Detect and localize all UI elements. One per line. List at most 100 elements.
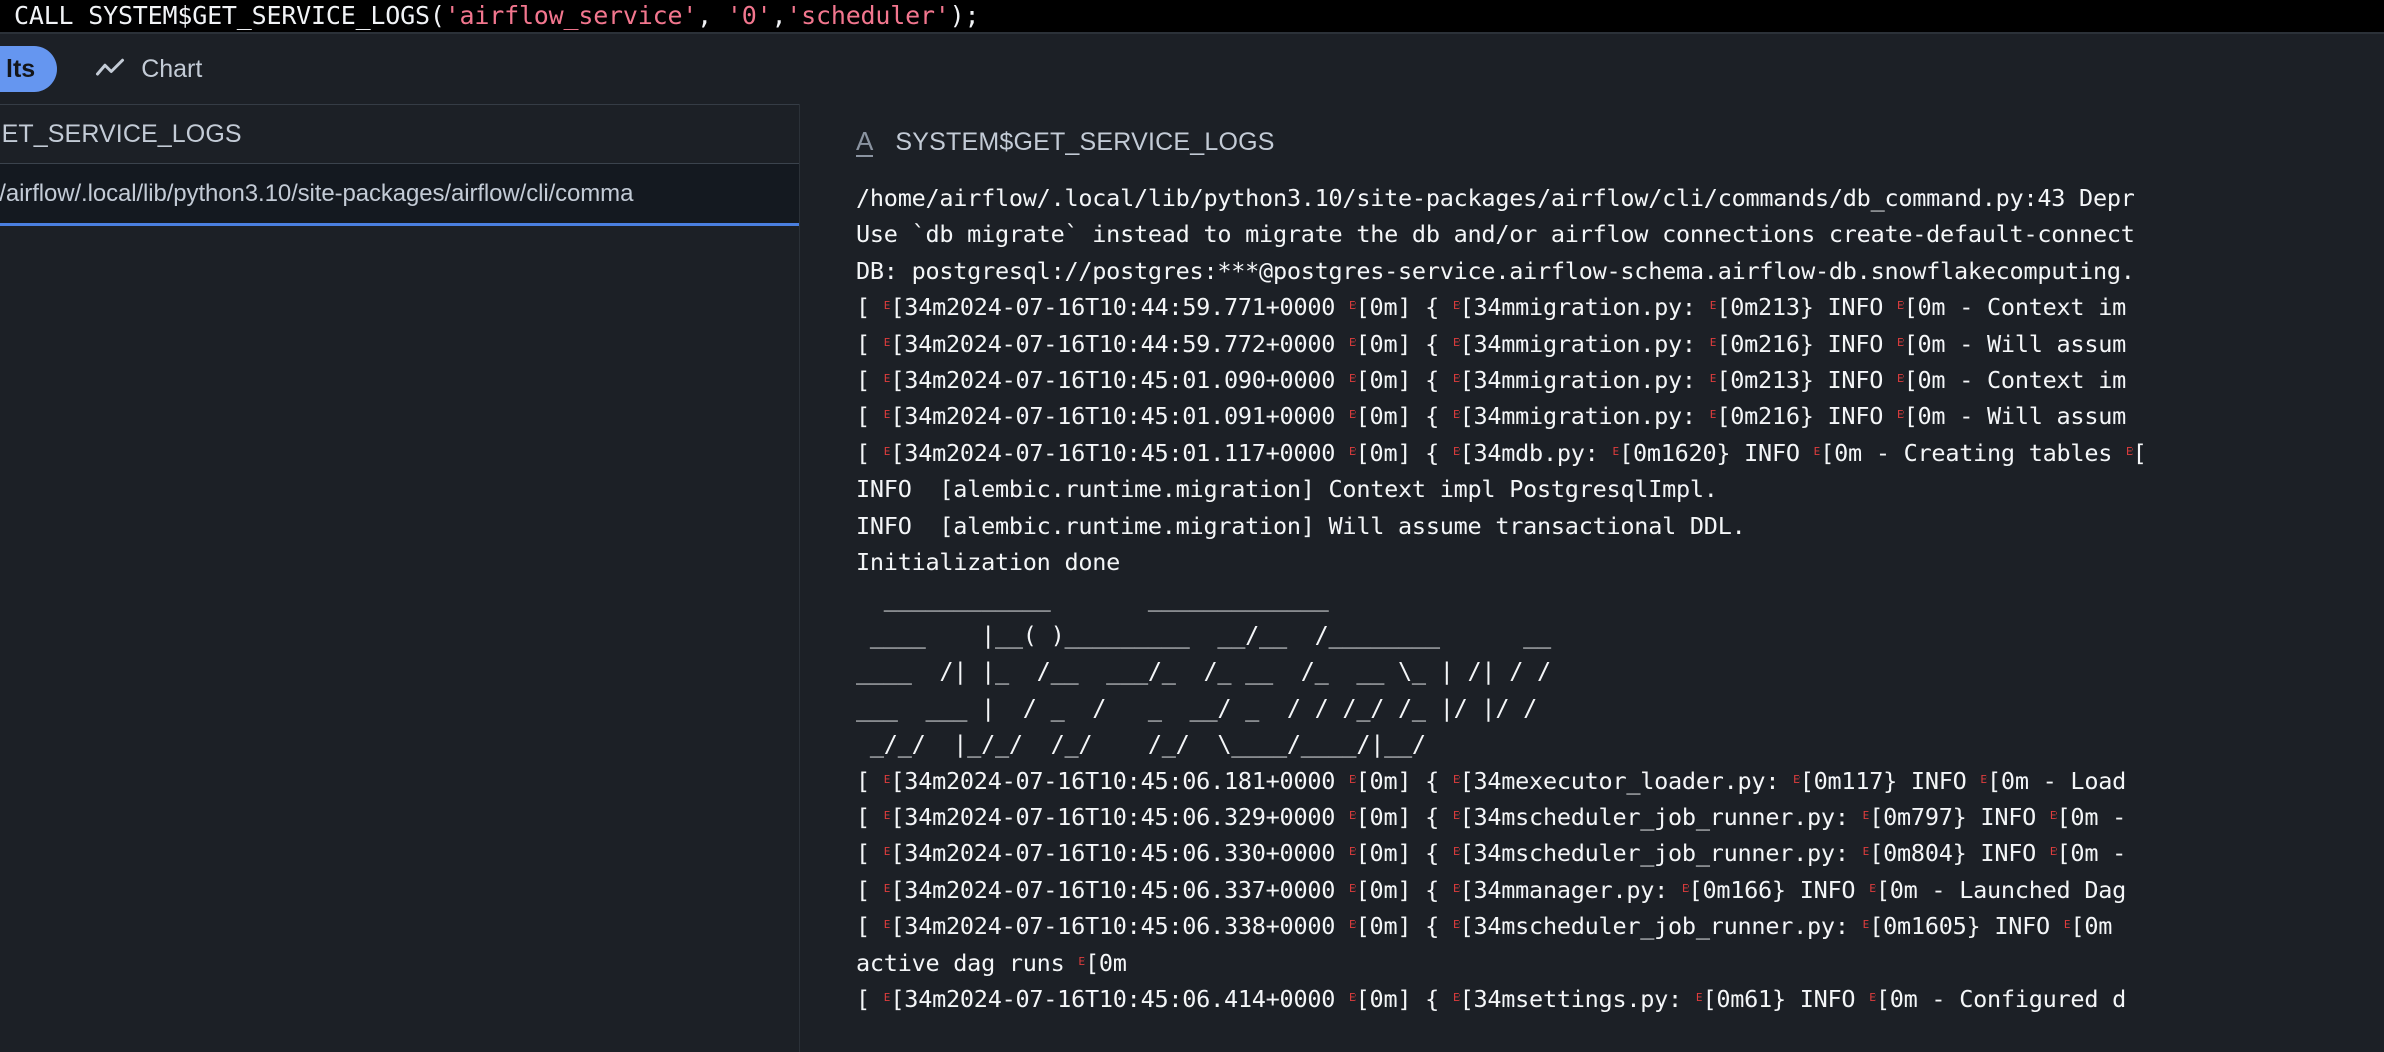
escape-char-glyph: ESC xyxy=(1453,918,1460,931)
table-cell-log-path[interactable]: e/airflow/.local/lib/python3.10/site-pac… xyxy=(0,180,633,208)
escape-char-glyph: ESC xyxy=(1863,845,1870,858)
escape-char-glyph: ESC xyxy=(1682,882,1689,895)
sql-token-2: , xyxy=(697,1,727,30)
escape-char-glyph: ESC xyxy=(1453,336,1460,349)
table-empty-space xyxy=(0,226,799,1049)
escape-char-glyph: ESC xyxy=(1453,372,1460,385)
escape-char-glyph: ESC xyxy=(884,299,891,312)
sql-token-1: 'airflow_service' xyxy=(445,1,697,30)
escape-char-glyph: ESC xyxy=(1349,372,1356,385)
cell-detail-header: A SYSTEM$GET_SERVICE_LOGS xyxy=(800,104,2384,180)
sql-token-3: '0' xyxy=(727,1,772,30)
results-grid[interactable]: TEM$GET_SERVICE_LOGS e/airflow/.local/li… xyxy=(0,104,800,1052)
escape-char-glyph: ESC xyxy=(1349,408,1356,421)
escape-char-glyph: ESC xyxy=(1863,809,1870,822)
escape-char-glyph: ESC xyxy=(1078,955,1085,968)
escape-char-glyph: ESC xyxy=(884,809,891,822)
log-line: [ ESC[34m2024-07-16T10:45:06.338+0000 ES… xyxy=(856,908,2384,944)
tab-results-label: lts xyxy=(6,55,35,84)
text-type-icon: A xyxy=(856,128,873,157)
escape-char-glyph: ESC xyxy=(1897,408,1904,421)
log-line: [ ESC[34m2024-07-16T10:45:06.414+0000 ES… xyxy=(856,981,2384,1017)
log-line: INFO [alembic.runtime.migration] Will as… xyxy=(856,508,2384,544)
cell-detail-title: SYSTEM$GET_SERVICE_LOGS xyxy=(895,128,1274,157)
escape-char-glyph: ESC xyxy=(1453,882,1460,895)
escape-char-glyph: ESC xyxy=(884,991,891,1004)
escape-char-glyph: ESC xyxy=(1349,445,1356,458)
tab-chart-label: Chart xyxy=(141,55,202,84)
escape-char-glyph: ESC xyxy=(1349,991,1356,1004)
escape-char-glyph: ESC xyxy=(2064,918,2071,931)
escape-char-glyph: ESC xyxy=(884,845,891,858)
escape-char-glyph: ESC xyxy=(2050,845,2057,858)
escape-char-glyph: ESC xyxy=(884,773,891,786)
escape-char-glyph: ESC xyxy=(1453,299,1460,312)
log-output-text[interactable]: /home/airflow/.local/lib/python3.10/site… xyxy=(800,180,2384,1052)
escape-char-glyph: ESC xyxy=(1612,445,1619,458)
log-line: INFO [alembic.runtime.migration] Context… xyxy=(856,471,2384,507)
log-line: [ ESC[34m2024-07-16T10:45:06.330+0000 ES… xyxy=(856,835,2384,871)
results-area: TEM$GET_SERVICE_LOGS e/airflow/.local/li… xyxy=(0,104,2384,1052)
escape-char-glyph: ESC xyxy=(1453,408,1460,421)
tab-results[interactable]: lts xyxy=(0,46,57,92)
log-line: DB: postgresql://postgres:***@postgres-s… xyxy=(856,253,2384,289)
escape-char-glyph: ESC xyxy=(1863,918,1870,931)
escape-char-glyph: ESC xyxy=(1453,809,1460,822)
sql-token-6: ); xyxy=(950,1,980,30)
escape-char-glyph: ESC xyxy=(884,882,891,895)
log-line: [ ESC[34m2024-07-16T10:44:59.771+0000 ES… xyxy=(856,289,2384,325)
escape-char-glyph: ESC xyxy=(884,408,891,421)
escape-char-glyph: ESC xyxy=(1453,991,1460,1004)
log-line: [ ESC[34m2024-07-16T10:45:06.337+0000 ES… xyxy=(856,872,2384,908)
escape-char-glyph: ESC xyxy=(1710,408,1717,421)
log-line: active dag runs ESC[0m xyxy=(856,945,2384,981)
escape-char-glyph: ESC xyxy=(1897,372,1904,385)
log-line: [ ESC[34m2024-07-16T10:45:01.091+0000 ES… xyxy=(856,398,2384,434)
log-line: /home/airflow/.local/lib/python3.10/site… xyxy=(856,180,2384,216)
escape-char-glyph: ESC xyxy=(1349,336,1356,349)
cell-detail-pane: A SYSTEM$GET_SERVICE_LOGS /home/airflow/… xyxy=(800,104,2384,1052)
sql-token-5: 'scheduler' xyxy=(786,1,949,30)
results-tab-bar: lts Chart xyxy=(0,34,2384,104)
escape-char-glyph: ESC xyxy=(884,336,891,349)
escape-char-glyph: ESC xyxy=(1710,299,1717,312)
escape-char-glyph: ESC xyxy=(1349,809,1356,822)
escape-char-glyph: ESC xyxy=(884,918,891,931)
log-line: ____ /| |_ /__ ___/_ /_ __ /_ __ \_ | /|… xyxy=(856,653,2384,689)
escape-char-glyph: ESC xyxy=(1814,445,1821,458)
log-line: ____ |__( )_________ __/__ /________ __ xyxy=(856,617,2384,653)
escape-char-glyph: ESC xyxy=(1710,336,1717,349)
escape-char-glyph: ESC xyxy=(884,372,891,385)
sql-statement-line[interactable]: CALL SYSTEM$GET_SERVICE_LOGS('airflow_se… xyxy=(14,1,979,31)
escape-char-glyph: ESC xyxy=(1453,845,1460,858)
escape-char-glyph: ESC xyxy=(1349,918,1356,931)
log-line: ____________ _____________ xyxy=(856,580,2384,616)
escape-char-glyph: ESC xyxy=(884,445,891,458)
escape-char-glyph: ESC xyxy=(1696,991,1703,1004)
sql-editor-bar[interactable]: CALL SYSTEM$GET_SERVICE_LOGS('airflow_se… xyxy=(0,0,2384,34)
escape-char-glyph: ESC xyxy=(1453,445,1460,458)
log-line: ___ ___ | / _ / _ __/ _ / / /_/ /_ |/ |/… xyxy=(856,690,2384,726)
sql-token-0: CALL SYSTEM$GET_SERVICE_LOGS( xyxy=(14,1,445,30)
tab-chart[interactable]: Chart xyxy=(73,46,224,92)
log-line: _/_/ |_/_/ /_/ /_/ \____/____/|__/ xyxy=(856,726,2384,762)
log-line: Initialization done xyxy=(856,544,2384,580)
escape-char-glyph: ESC xyxy=(1349,773,1356,786)
column-header-system-get-service-logs[interactable]: TEM$GET_SERVICE_LOGS xyxy=(0,120,242,149)
escape-char-glyph: ESC xyxy=(1349,882,1356,895)
escape-char-glyph: ESC xyxy=(1897,336,1904,349)
log-line: Use `db migrate` instead to migrate the … xyxy=(856,216,2384,252)
escape-char-glyph: ESC xyxy=(1869,882,1876,895)
escape-char-glyph: ESC xyxy=(1349,845,1356,858)
log-line: [ ESC[34m2024-07-16T10:44:59.772+0000 ES… xyxy=(856,326,2384,362)
table-header-row: TEM$GET_SERVICE_LOGS xyxy=(0,104,799,164)
escape-char-glyph: ESC xyxy=(1793,773,1800,786)
log-line: [ ESC[34m2024-07-16T10:45:06.329+0000 ES… xyxy=(856,799,2384,835)
escape-char-glyph: ESC xyxy=(1897,299,1904,312)
table-row[interactable]: e/airflow/.local/lib/python3.10/site-pac… xyxy=(0,164,799,226)
log-line: [ ESC[34m2024-07-16T10:45:01.117+0000 ES… xyxy=(856,435,2384,471)
escape-char-glyph: ESC xyxy=(1349,299,1356,312)
log-line: [ ESC[34m2024-07-16T10:45:01.090+0000 ES… xyxy=(856,362,2384,398)
escape-char-glyph: ESC xyxy=(2050,809,2057,822)
line-chart-icon xyxy=(95,54,125,84)
